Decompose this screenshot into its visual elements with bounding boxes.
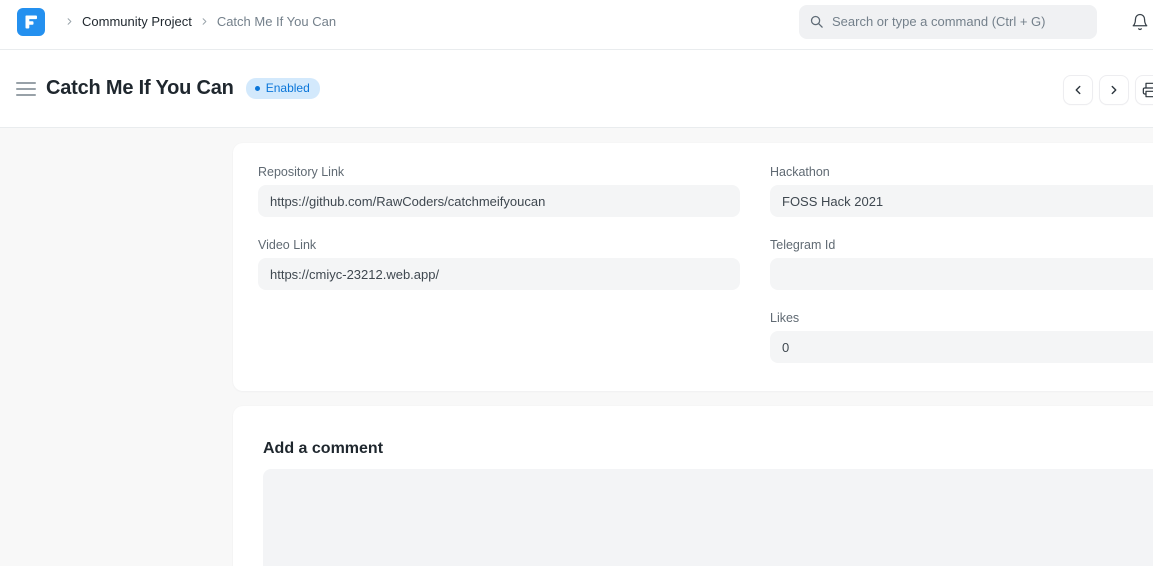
bell-icon [1131,13,1149,31]
field-likes: Likes [770,311,1153,363]
breadcrumb: Community Project Catch Me If You Can [57,14,336,29]
page-title: Catch Me If You Can [46,77,234,100]
hackathon-input[interactable] [770,185,1153,217]
field-label: Video Link [258,238,740,252]
status-badge: Enabled [246,78,320,99]
previous-document-button[interactable] [1063,75,1093,105]
breadcrumb-parent-link[interactable]: Community Project [82,14,192,29]
search-icon [809,14,824,29]
field-hackathon: Hackathon [770,165,1153,217]
comment-section-heading: Add a comment [263,440,1153,458]
likes-input[interactable] [770,331,1153,363]
comment-section-card: Add a comment [233,406,1153,566]
comment-input[interactable] [263,469,1153,566]
page-head: Catch Me If You Can Enabled [0,50,1153,128]
field-telegram-id: Telegram Id [770,238,1153,290]
global-search[interactable] [799,5,1097,39]
status-badge-label: Enabled [266,81,310,95]
repository-link-input[interactable] [258,185,740,217]
page-head-actions [1063,75,1153,105]
video-link-input[interactable] [258,258,740,290]
menu-icon [16,82,36,84]
print-button[interactable] [1135,75,1153,105]
main-content: Repository Link Video Link Hackathon Tel… [0,128,1153,566]
next-document-button[interactable] [1099,75,1129,105]
chevron-right-icon [199,16,210,27]
field-video-link: Video Link [258,238,740,290]
breadcrumb-current: Catch Me If You Can [217,14,336,29]
form-column-right: Hackathon Telegram Id Likes [770,165,1153,363]
field-label: Hackathon [770,165,1153,179]
field-repository-link: Repository Link [258,165,740,217]
status-dot-icon [255,86,260,91]
printer-icon [1142,82,1153,98]
notifications-button[interactable] [1129,11,1151,33]
sidebar-toggle-button[interactable] [16,82,36,96]
form-section-card: Repository Link Video Link Hackathon Tel… [233,143,1153,391]
chevron-right-icon [64,16,75,27]
telegram-id-input[interactable] [770,258,1153,290]
frappe-logo[interactable] [17,8,45,36]
field-label: Telegram Id [770,238,1153,252]
field-label: Repository Link [258,165,740,179]
chevron-right-icon [1107,83,1121,97]
field-label: Likes [770,311,1153,325]
form-column-left: Repository Link Video Link [258,165,740,363]
chevron-left-icon [1071,83,1085,97]
navbar: Community Project Catch Me If You Can [0,0,1153,50]
search-input[interactable] [832,14,1087,29]
frappe-f-icon [22,13,40,31]
